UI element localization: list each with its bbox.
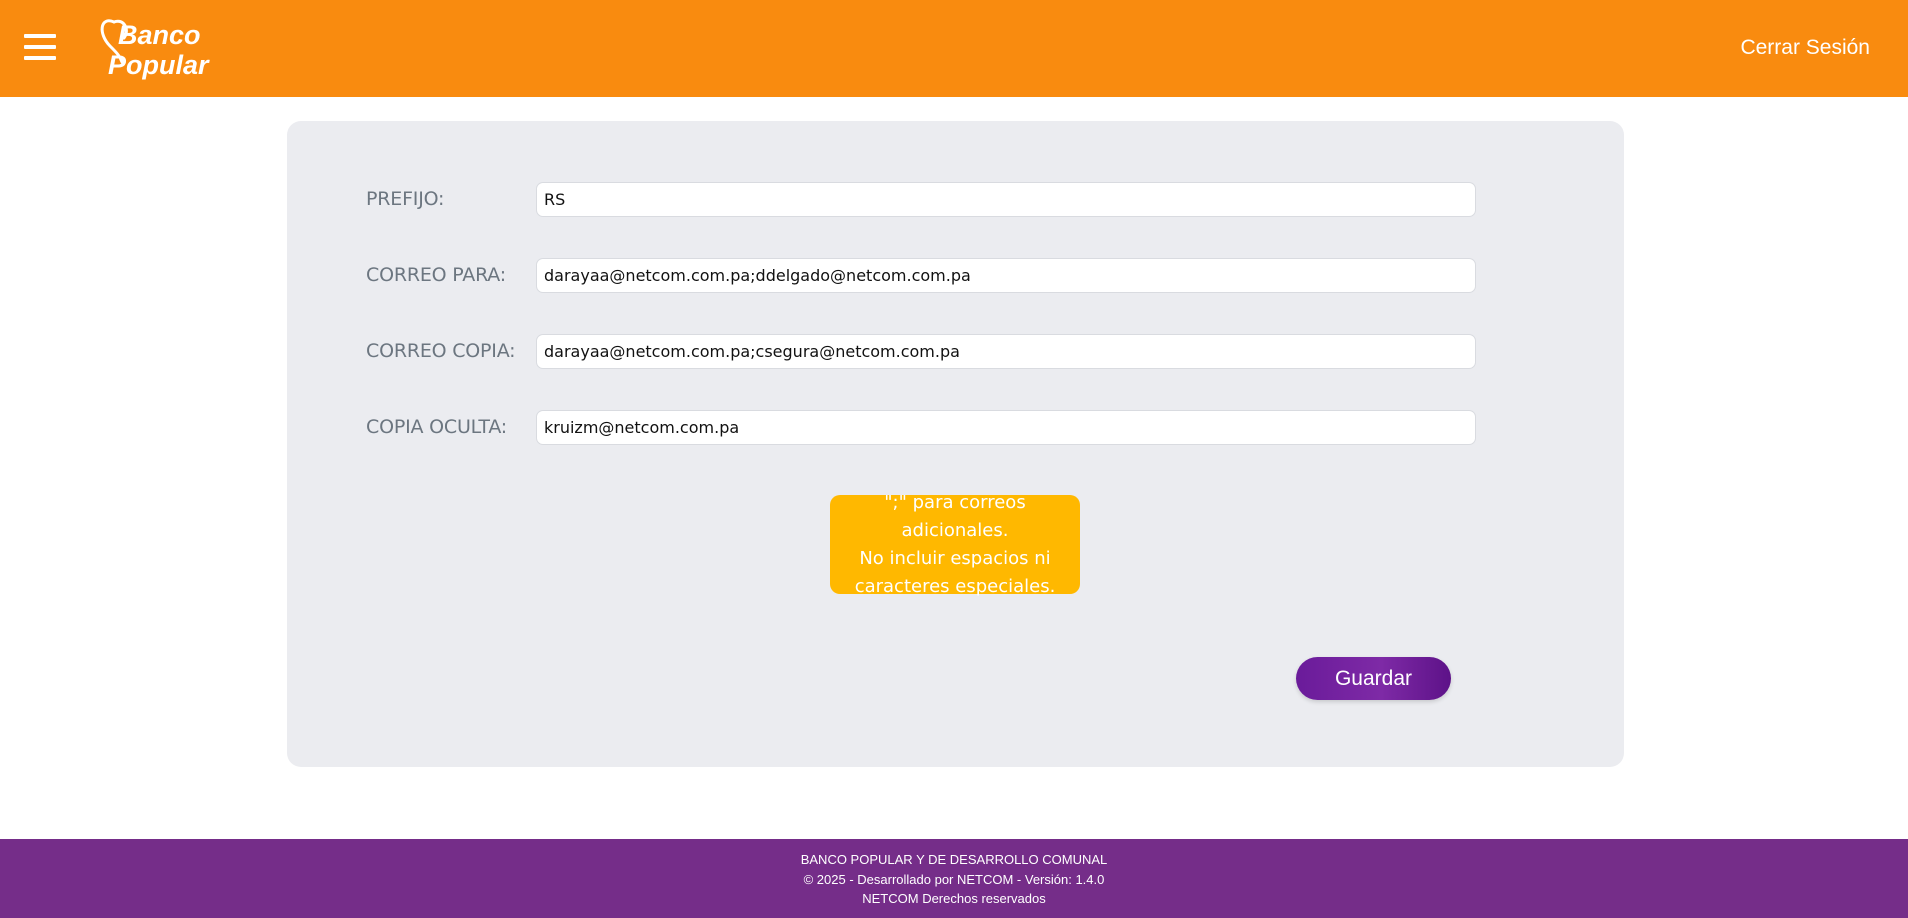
logo-text-banco: Banco xyxy=(118,20,201,50)
email-cc-input[interactable] xyxy=(536,334,1476,369)
note-line: No incluir espacios ni xyxy=(859,547,1051,569)
note-line: ";" para correos adicionales. xyxy=(884,491,1026,541)
top-header: Banco Popular Cerrar Sesión xyxy=(0,0,1908,97)
email-cc-row: CORREO COPIA: xyxy=(366,334,1486,370)
settings-form-card: PREFIJO: CORREO PARA: CORREO COPIA: COPI… xyxy=(287,121,1624,767)
footer-rights: NETCOM Derechos reservados xyxy=(862,891,1046,906)
email-cc-label: CORREO COPIA: xyxy=(366,340,516,362)
save-button[interactable]: Guardar xyxy=(1296,657,1451,700)
note-line: caracteres especiales. xyxy=(854,575,1056,597)
page-footer: BANCO POPULAR Y DE DESARROLLO COMUNAL © … xyxy=(0,839,1908,918)
email-to-input[interactable] xyxy=(536,258,1476,293)
hamburger-menu-icon[interactable] xyxy=(24,34,56,60)
email-bcc-input[interactable] xyxy=(536,410,1476,445)
banco-popular-logo: Banco Popular xyxy=(100,19,210,80)
prefix-label: PREFIJO: xyxy=(366,188,445,210)
email-to-label: CORREO PARA: xyxy=(366,264,506,286)
footer-copyright: © 2025 - Desarrollado por NETCOM - Versi… xyxy=(803,871,1105,887)
logout-link[interactable]: Cerrar Sesión xyxy=(1740,36,1870,60)
prefix-input[interactable] xyxy=(536,182,1476,217)
email-bcc-row: COPIA OCULTA: xyxy=(366,410,1486,446)
prefix-row: PREFIJO: xyxy=(366,182,1486,218)
email-to-row: CORREO PARA: xyxy=(366,258,1486,294)
logo-text-popular: Popular xyxy=(108,50,210,80)
email-format-note: ";" para correos adicionales. No incluir… xyxy=(830,492,1080,597)
footer-company-name: BANCO POPULAR Y DE DESARROLLO COMUNAL xyxy=(800,852,1108,867)
email-bcc-label: COPIA OCULTA: xyxy=(366,416,508,438)
